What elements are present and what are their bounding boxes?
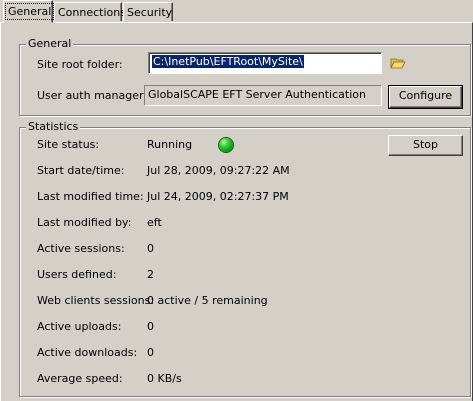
average-speed-value: 0 KB/s (147, 372, 182, 385)
tab-connections-label: Connections (58, 6, 126, 19)
start-datetime-label: Start date/time: (37, 164, 125, 177)
active-downloads-label: Active downloads: (37, 346, 138, 359)
site-status-value: Running (147, 138, 193, 151)
users-defined-label: Users defined: (37, 268, 117, 281)
last-modified-time-value: Jul 24, 2009, 02:27:37 PM (147, 190, 289, 203)
site-root-folder-label: Site root folder: (37, 58, 123, 71)
user-auth-manager-label: User auth manager: (37, 89, 148, 102)
tab-general-label: General (4, 3, 55, 20)
tab-security[interactable]: Security (123, 2, 173, 21)
site-root-folder-value: C:\InetPub\EFTRoot\MySite\ (152, 55, 304, 68)
configure-button-label: Configure (398, 89, 453, 102)
user-auth-manager-field: GlobalSCAPE EFT Server Authentication (144, 85, 382, 106)
folder-open-icon[interactable] (390, 56, 406, 70)
statistics-group-title: Statistics (26, 120, 81, 134)
active-downloads-value: 0 (147, 346, 154, 359)
active-sessions-value: 0 (147, 242, 154, 255)
tab-connections[interactable]: Connections (54, 2, 126, 21)
tab-general[interactable]: General (3, 0, 55, 23)
general-group-title: General (26, 37, 74, 51)
web-clients-sessions-value: 0 active / 5 remaining (147, 294, 268, 307)
web-clients-sessions-label: Web clients sessions: (37, 294, 155, 307)
configure-button[interactable]: Configure (388, 85, 463, 109)
tab-security-label: Security (127, 6, 173, 19)
active-sessions-label: Active sessions: (37, 242, 125, 255)
site-properties-window: General Connections Security General Sit… (0, 0, 473, 401)
last-modified-by-value: eft (147, 216, 162, 229)
start-datetime-value: Jul 28, 2009, 09:27:22 AM (147, 164, 290, 177)
user-auth-manager-value: GlobalSCAPE EFT Server Authentication (148, 88, 366, 101)
last-modified-by-label: Last modified by: (37, 216, 132, 229)
active-uploads-label: Active uploads: (37, 320, 122, 333)
stop-button[interactable]: Stop (388, 135, 463, 156)
site-root-folder-input[interactable]: C:\InetPub\EFTRoot\MySite\ (148, 52, 382, 74)
last-modified-time-label: Last modified time: (37, 190, 144, 203)
stop-button-label: Stop (412, 138, 438, 151)
running-status-indicator-icon (219, 138, 233, 152)
site-status-label: Site status: (37, 138, 100, 151)
users-defined-value: 2 (147, 268, 154, 281)
active-uploads-value: 0 (147, 320, 154, 333)
average-speed-label: Average speed: (37, 372, 123, 385)
